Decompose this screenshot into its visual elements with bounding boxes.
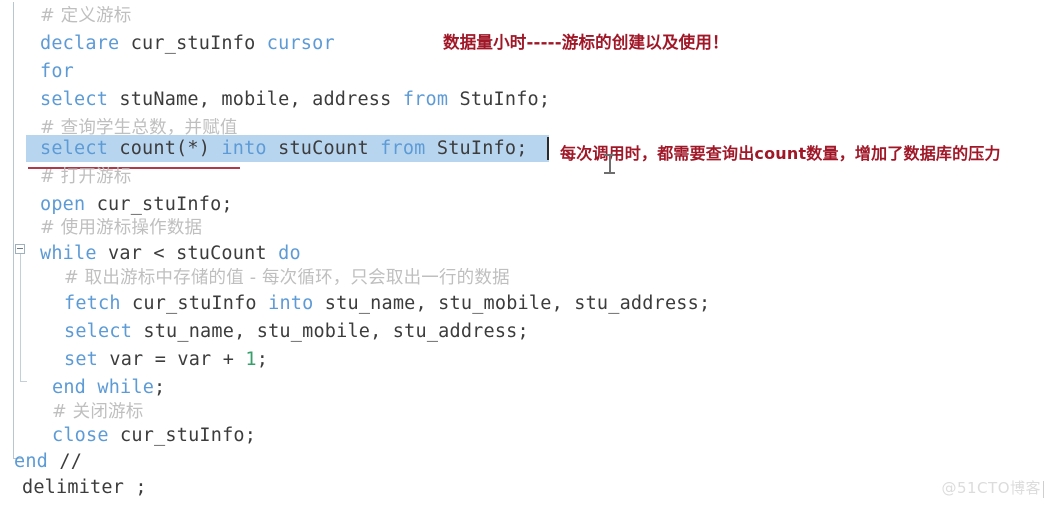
fold-rail-while-loop — [20, 248, 21, 382]
variable-stucount: stuCount — [266, 138, 381, 159]
code-line-12[interactable]: fetch cur_stuInfo into stu_name, stu_mob… — [64, 290, 710, 318]
statement-terminator: ; — [256, 349, 269, 370]
keyword-into: into — [268, 293, 314, 314]
keyword-open: open — [40, 194, 86, 215]
keyword-for: for — [40, 61, 75, 82]
watermark: @51CTO博客 — [941, 479, 1041, 497]
keyword-close: close — [52, 425, 109, 446]
select-variable-list: stu_name, stu_mobile, stu_address; — [132, 321, 529, 342]
identifier-cursor-name: cur_stuInfo; — [85, 194, 233, 215]
annotation-title: 数据量小时-----游标的创建以及使用！ — [443, 33, 729, 52]
keyword-select: select — [40, 138, 109, 159]
while-condition: var < stuCount — [96, 243, 279, 264]
comment-fetch-row: # 取出游标中存储的值 - 每次循环，只会取出一行的数据 — [64, 268, 510, 288]
code-line-14[interactable]: set var = var + 1; — [64, 346, 268, 374]
statement-terminator: ; — [154, 377, 166, 398]
identifier-cursor-name: cur_stuInfo; — [108, 425, 257, 446]
fold-rail-procedure — [13, 2, 14, 459]
code-line-13[interactable]: select stu_name, stu_mobile, stu_address… — [64, 318, 529, 346]
keyword-do: do — [278, 243, 301, 264]
keyword-from: from — [402, 89, 449, 110]
keyword-while: while — [40, 243, 97, 264]
comment-close-cursor: # 关闭游标 — [52, 402, 144, 422]
comment-use-cursor: # 使用游标操作数据 — [40, 218, 203, 238]
code-fold-gutter[interactable] — [0, 0, 27, 508]
mouse-ibeam-cursor — [604, 153, 615, 175]
code-content[interactable]: # 定义游标 declare cur_stuInfo cursor for se… — [14, 0, 1049, 508]
identifier-cursor-name: cur_stuInfo — [119, 33, 267, 54]
watermark-caret — [1042, 481, 1044, 498]
code-line-7[interactable]: # 打开游标 — [40, 163, 131, 191]
comment-define-cursor: # 定义游标 — [40, 6, 132, 26]
keyword-select: select — [40, 89, 109, 110]
code-line-3[interactable]: for — [40, 58, 74, 86]
keyword-from: from — [380, 138, 426, 159]
code-line-9[interactable]: # 使用游标操作数据 — [40, 214, 202, 242]
delimiter-statement: delimiter ; — [22, 477, 147, 498]
fetch-variable-list: stu_name, stu_mobile, stu_address; — [313, 293, 711, 314]
keyword-select: select — [64, 321, 133, 342]
code-line-6[interactable]: select count(*) into stuCount from StuIn… — [40, 135, 528, 163]
code-line-11[interactable]: # 取出游标中存储的值 - 每次循环，只会取出一行的数据 — [64, 264, 510, 292]
code-line-17[interactable]: close cur_stuInfo; — [52, 422, 256, 450]
keyword-cursor: cursor — [266, 33, 335, 54]
keyword-into: into — [221, 138, 267, 159]
keyword-declare: declare — [40, 33, 120, 54]
fold-collapse-icon[interactable] — [15, 244, 25, 254]
assignment-expression: var = var + — [98, 349, 246, 370]
keyword-fetch: fetch — [64, 293, 121, 314]
code-line-18[interactable]: end // — [14, 448, 82, 476]
code-editor[interactable]: # 定义游标 declare cur_stuInfo cursor for se… — [0, 0, 1049, 508]
count-expression: count(*) — [108, 138, 222, 159]
annotation-note: 每次调用时，都需要查询出count数量，增加了数据库的压力 — [560, 144, 1001, 163]
identifier-cursor-name: cur_stuInfo — [120, 293, 269, 314]
code-line-19[interactable]: delimiter ; — [22, 474, 147, 502]
comment-open-cursor: # 打开游标 — [40, 167, 132, 187]
table-name: StuInfo; — [448, 89, 551, 110]
code-line-2[interactable]: declare cur_stuInfo cursor — [40, 30, 335, 58]
keyword-end-while: end while — [52, 377, 155, 398]
number-literal: 1 — [245, 349, 257, 370]
table-name: StuInfo; — [425, 138, 528, 159]
delimiter-slashes: // — [48, 451, 83, 472]
code-line-1[interactable]: # 定义游标 — [40, 2, 131, 30]
keyword-set: set — [64, 349, 99, 370]
keyword-end: end — [14, 451, 49, 472]
column-list: stuName, mobile, address — [108, 89, 403, 110]
code-line-4[interactable]: select stuName, mobile, address from Stu… — [40, 86, 550, 114]
